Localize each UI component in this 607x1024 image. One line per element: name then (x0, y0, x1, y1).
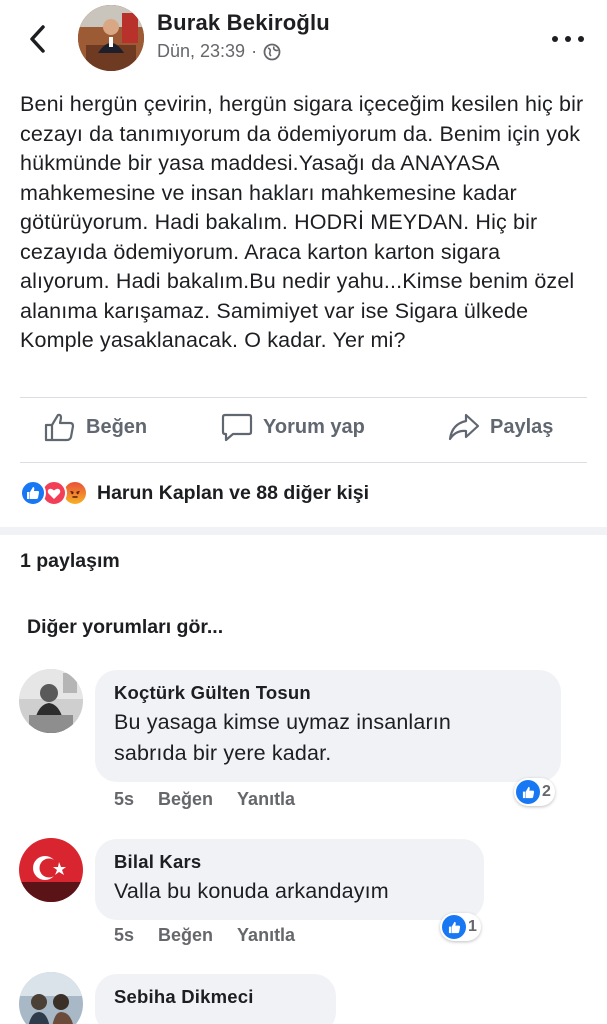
comment-button[interactable]: Yorum yap (221, 412, 365, 442)
comment-time: 5s (114, 789, 135, 809)
globe-icon (263, 43, 281, 60)
view-more-comments-link[interactable]: Diğer yorumları gör... (27, 616, 223, 639)
comment-meta: 5s Beğen Yanıtla (114, 925, 295, 946)
comment-label: Yorum yap (263, 415, 365, 438)
divider (20, 462, 587, 463)
shares-count[interactable]: 1 paylaşım (20, 550, 120, 573)
like-label: Beğen (86, 415, 148, 438)
comment-like-button[interactable]: Beğen (158, 925, 213, 946)
comment-text: Valla bu konuda arkandayım (114, 879, 389, 903)
meta-separator: · (251, 41, 258, 61)
reactions-summary[interactable]: Harun Kaplan ve 88 diğer kişi (20, 480, 369, 506)
comment-like-count[interactable]: 1 (440, 913, 481, 941)
comment-like-count[interactable]: 2 (514, 778, 555, 806)
avatar[interactable] (19, 972, 83, 1024)
comment-text: Bu yasaga kimse uymaz insanların sabrıda… (114, 710, 452, 765)
more-dots-icon (552, 36, 558, 42)
comment-bubble[interactable]: Koçtürk Gülten Tosun Bu yasaga kimse uym… (95, 670, 561, 782)
avatar[interactable] (19, 669, 83, 733)
author-avatar[interactable] (78, 5, 144, 71)
comment-reply-button[interactable]: Yanıtla (237, 925, 295, 946)
comment-time: 5s (114, 925, 135, 945)
post-timestamp[interactable]: Dün, 23:39 (157, 41, 245, 62)
like-button[interactable]: Beğen (44, 412, 147, 442)
thumbs-up-icon (44, 413, 75, 442)
author-name[interactable]: Burak Bekiroğlu (157, 10, 330, 36)
post-meta: Dün, 23:39 · (157, 41, 281, 62)
post-body-text: Beni hergün çevirin, hergün sigara içece… (20, 92, 584, 352)
chevron-left-icon (30, 25, 45, 53)
like-reaction-icon (516, 780, 540, 804)
comment-author[interactable]: Koçtürk Gülten Tosun (114, 682, 542, 704)
comment-meta: 5s Beğen Yanıtla (114, 789, 295, 810)
comment-bubble[interactable]: Sebiha Dikmeci (95, 974, 336, 1024)
more-options-button[interactable] (552, 30, 584, 48)
avatar[interactable] (19, 838, 83, 902)
section-separator (0, 527, 607, 535)
comment-bubble[interactable]: Bilal Kars Valla bu konuda arkandayım (95, 839, 484, 920)
comment-icon (221, 413, 253, 442)
comment-like-button[interactable]: Beğen (158, 789, 213, 810)
like-reaction-icon (442, 915, 466, 939)
comment-reply-button[interactable]: Yanıtla (237, 789, 295, 810)
comment-author[interactable]: Sebiha Dikmeci (114, 986, 317, 1008)
post-action-bar: Beğen Yorum yap Paylaş (0, 398, 607, 462)
like-reaction-icon (20, 480, 46, 506)
share-label: Paylaş (490, 415, 554, 438)
back-button[interactable] (22, 22, 52, 56)
reactors-text[interactable]: Harun Kaplan ve 88 diğer kişi (97, 482, 369, 505)
comment-author[interactable]: Bilal Kars (114, 851, 465, 873)
post-header: Burak Bekiroğlu Dün, 23:39 · (0, 0, 607, 92)
share-arrow-icon (448, 413, 480, 441)
share-button[interactable]: Paylaş (448, 412, 553, 442)
